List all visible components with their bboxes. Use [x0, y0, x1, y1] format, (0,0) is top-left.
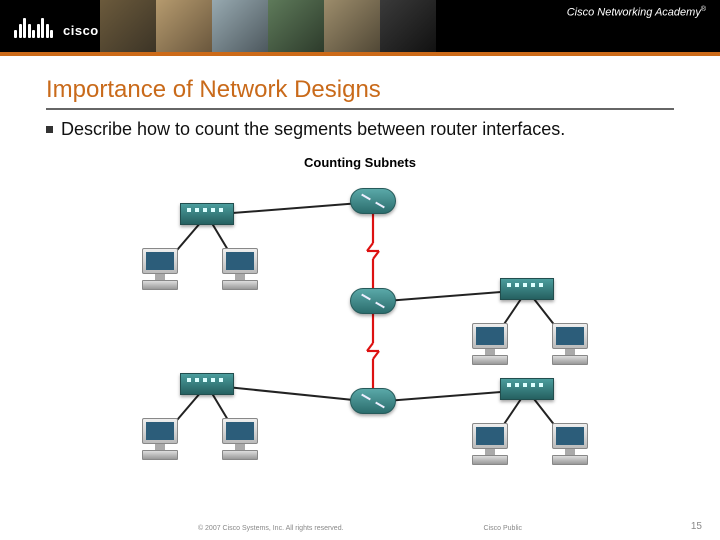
workstation-icon [550, 323, 590, 365]
bullet-text: Describe how to count the segments betwe… [61, 118, 565, 141]
workstation-icon [470, 423, 510, 465]
network-diagram [100, 178, 620, 468]
header-photo-strip [100, 0, 436, 52]
router-icon [350, 188, 396, 214]
footer: © 2007 Cisco Systems, Inc. All rights re… [0, 525, 720, 532]
footer-copyright: © 2007 Cisco Systems, Inc. All rights re… [198, 525, 344, 532]
cisco-logo: cisco [14, 14, 99, 38]
header-tagline: Cisco Networking Academy® [567, 6, 706, 19]
bullet-row: Describe how to count the segments betwe… [46, 118, 674, 141]
workstation-icon [550, 423, 590, 465]
workstation-icon [220, 418, 260, 460]
switch-icon [180, 203, 234, 225]
page-number: 15 [691, 521, 702, 532]
serial-link-icon [366, 301, 380, 401]
switch-icon [500, 278, 554, 300]
router-icon [350, 388, 396, 414]
switch-icon [500, 378, 554, 400]
cisco-bridge-icon [14, 14, 53, 38]
diagram-title: Counting Subnets [46, 155, 674, 170]
workstation-icon [470, 323, 510, 365]
workstation-icon [140, 418, 180, 460]
switch-icon [180, 373, 234, 395]
footer-classification: Cisco Public [484, 525, 523, 532]
slide-title: Importance of Network Designs [46, 76, 674, 110]
bullet-icon [46, 126, 53, 133]
serial-link-icon [366, 201, 380, 301]
router-icon [350, 288, 396, 314]
workstation-icon [140, 248, 180, 290]
brand-text: cisco [63, 23, 99, 38]
workstation-icon [220, 248, 260, 290]
header-bar: cisco Cisco Networking Academy® [0, 0, 720, 52]
